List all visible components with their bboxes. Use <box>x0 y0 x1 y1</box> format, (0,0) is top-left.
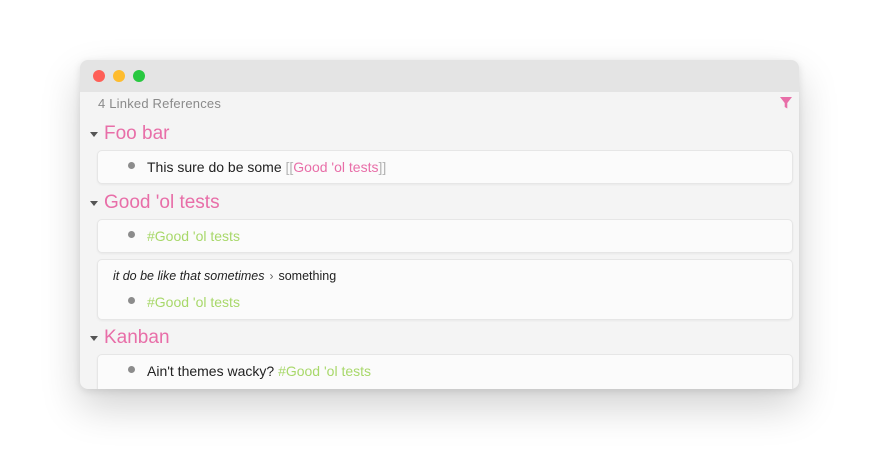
block-text[interactable]: #Good 'ol tests <box>147 294 240 310</box>
block-prefix: Ain't themes wacky? <box>147 363 279 379</box>
group-title[interactable]: Kanban <box>104 327 170 349</box>
bracket-close: ]] <box>378 159 387 175</box>
collapse-caret-icon[interactable] <box>90 335 98 341</box>
block-text[interactable]: Ain't themes wacky? #Good 'ol tests <box>147 363 371 379</box>
block-text[interactable]: #Good 'ol tests <box>147 228 240 244</box>
breadcrumb-parent[interactable]: it do be like that sometimes <box>113 269 264 283</box>
title-bar <box>80 60 799 92</box>
reference-block-with-breadcrumb: it do be like that sometimes › something #… <box>97 259 793 320</box>
breadcrumb: it do be like that sometimes › something <box>113 269 336 283</box>
tag-link[interactable]: #Good 'ol tests <box>147 228 240 244</box>
group-foo-bar: Foo bar <box>90 123 169 145</box>
minimize-window-button[interactable] <box>113 70 125 82</box>
page-link[interactable]: Good 'ol tests <box>293 159 378 175</box>
collapse-caret-icon[interactable] <box>90 200 98 206</box>
bullet-icon[interactable] <box>128 162 135 169</box>
group-title[interactable]: Good 'ol tests <box>104 192 220 214</box>
group-good-ol-tests: Good 'ol tests <box>90 192 220 214</box>
reference-block: Ain't themes wacky? #Good 'ol tests <box>97 354 793 389</box>
tag-link[interactable]: #Good 'ol tests <box>278 363 371 379</box>
filter-icon[interactable] <box>779 96 793 110</box>
group-kanban: Kanban <box>90 327 170 349</box>
close-window-button[interactable] <box>93 70 105 82</box>
app-window: 4 Linked References Foo bar This sure do… <box>80 60 799 389</box>
bullet-icon[interactable] <box>128 231 135 238</box>
reference-block: This sure do be some [[Good 'ol tests]] <box>97 150 793 184</box>
linked-references-header: 4 Linked References <box>98 96 222 111</box>
group-title[interactable]: Foo bar <box>104 123 169 145</box>
reference-block: #Good 'ol tests <box>97 219 793 253</box>
bullet-icon[interactable] <box>128 366 135 373</box>
block-text[interactable]: This sure do be some [[Good 'ol tests]] <box>147 159 386 175</box>
tag-link[interactable]: #Good 'ol tests <box>147 294 240 310</box>
maximize-window-button[interactable] <box>133 70 145 82</box>
collapse-caret-icon[interactable] <box>90 131 98 137</box>
breadcrumb-child[interactable]: something <box>278 269 336 283</box>
breadcrumb-separator: › <box>269 269 274 283</box>
bullet-icon[interactable] <box>128 297 135 304</box>
block-prefix: This sure do be some <box>147 159 286 175</box>
